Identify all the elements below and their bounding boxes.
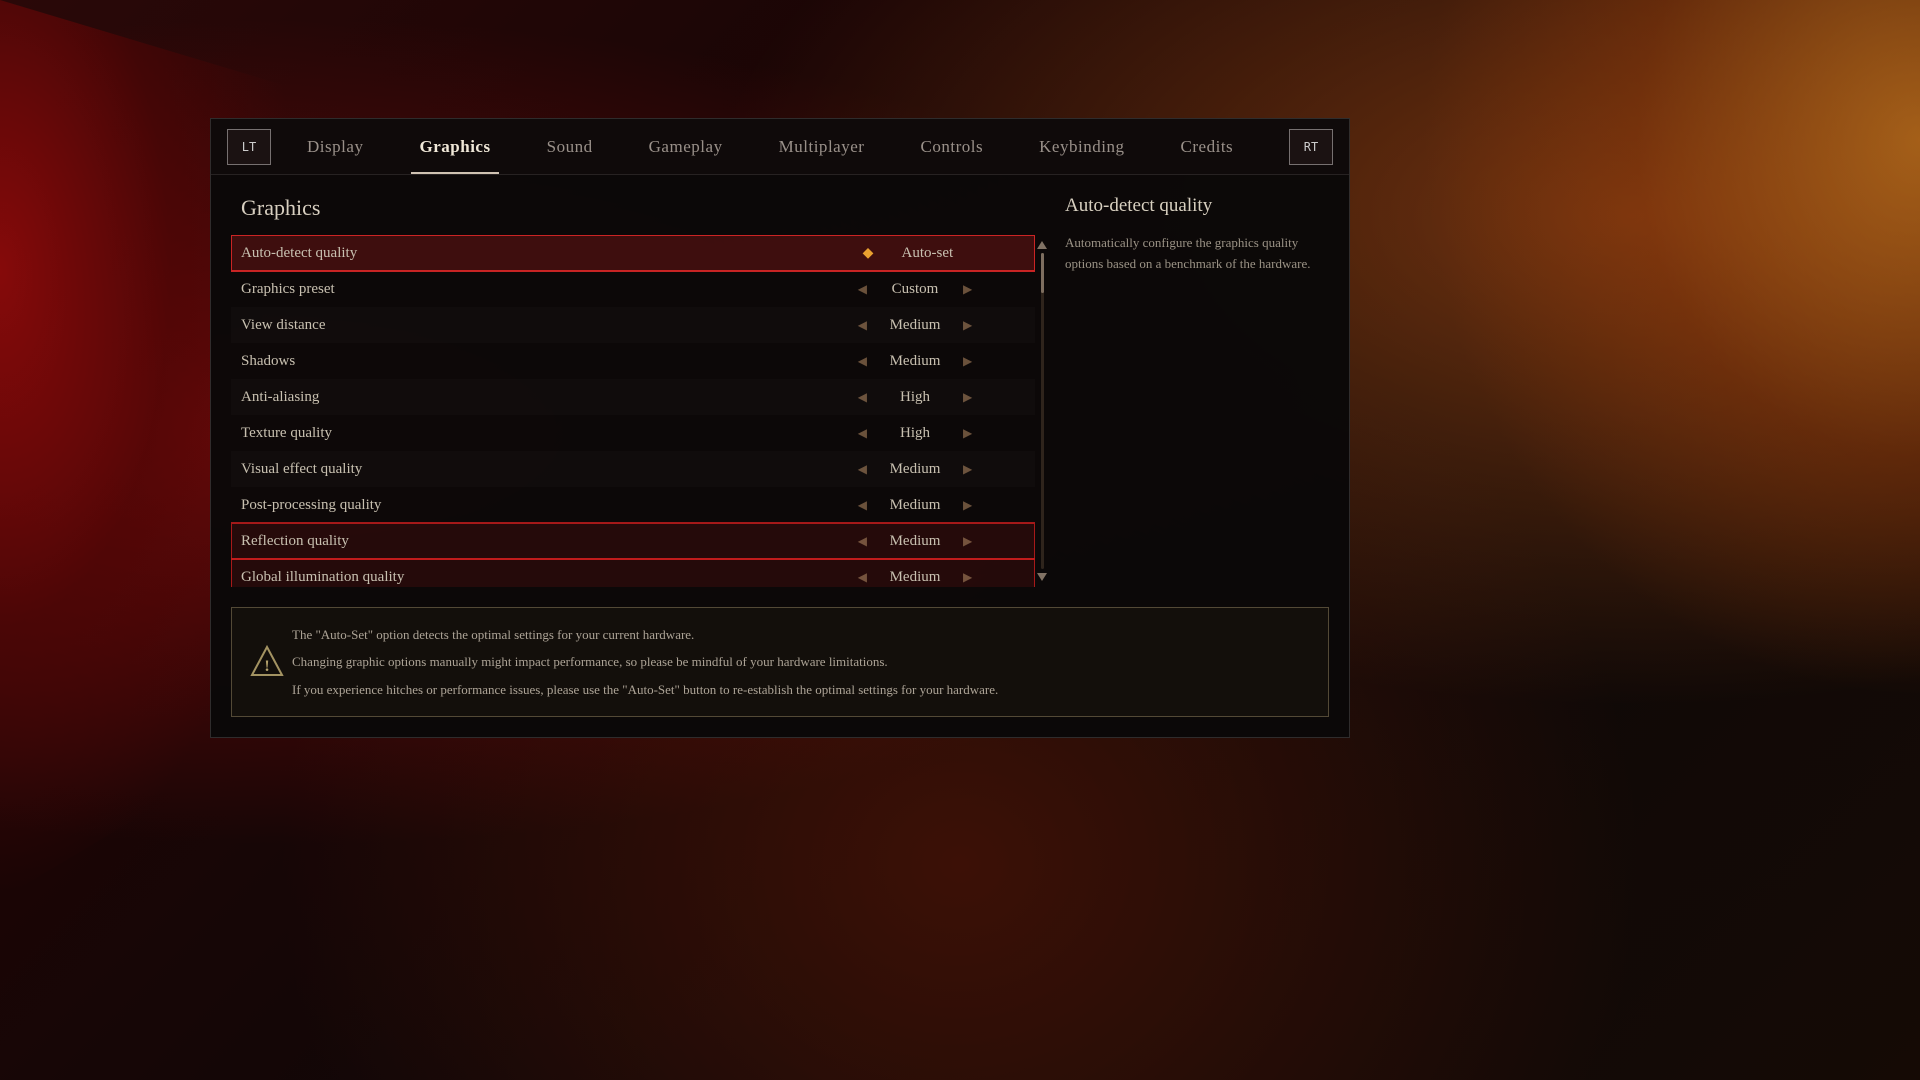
arrow-right-icon: ▶ bbox=[963, 354, 972, 369]
setting-control-globalillumination: ◀ Medium ▶ bbox=[805, 569, 1025, 586]
settings-dialog: LT Display Graphics Sound Gameplay Multi… bbox=[210, 118, 1350, 738]
setting-row-visualeffect[interactable]: Visual effect quality ◀ Medium ▶ bbox=[231, 451, 1035, 487]
setting-value-shadows: Medium bbox=[875, 353, 955, 370]
arrow-right-icon: ▶ bbox=[963, 534, 972, 549]
setting-value-preset: Custom bbox=[875, 281, 955, 298]
panel-title: Graphics bbox=[231, 195, 1049, 221]
setting-name-shadows: Shadows bbox=[241, 353, 805, 370]
arrow-left-icon: ◀ bbox=[858, 570, 867, 585]
setting-name-postprocessing: Post-processing quality bbox=[241, 497, 805, 514]
setting-value-postprocessing: Medium bbox=[875, 497, 955, 514]
info-panel: Auto-detect quality Automatically config… bbox=[1049, 175, 1349, 607]
info-description: Automatically configure the graphics qua… bbox=[1065, 233, 1329, 275]
settings-panel: Graphics Auto-detect quality ◆ Auto-set … bbox=[211, 175, 1049, 607]
setting-row-viewdistance[interactable]: View distance ◀ Medium ▶ bbox=[231, 307, 1035, 343]
setting-value-autodetect: Auto-set bbox=[887, 245, 967, 262]
setting-control-autodetect: ◆ Auto-set bbox=[805, 245, 1025, 262]
diamond-icon: ◆ bbox=[863, 245, 874, 262]
warning-line3: If you experience hitches or performance… bbox=[292, 679, 1308, 700]
setting-row-texture[interactable]: Texture quality ◀ High ▶ bbox=[231, 415, 1035, 451]
warning-text: The "Auto-Set" option detects the optima… bbox=[292, 624, 1308, 700]
setting-name-autodetect: Auto-detect quality bbox=[241, 245, 805, 262]
setting-value-reflection: Medium bbox=[875, 533, 955, 550]
setting-value-viewdistance: Medium bbox=[875, 317, 955, 334]
arrow-left-icon: ◀ bbox=[858, 282, 867, 297]
tab-graphics[interactable]: Graphics bbox=[391, 119, 518, 174]
arrow-left-icon: ◀ bbox=[858, 426, 867, 441]
arrow-left-icon: ◀ bbox=[858, 390, 867, 405]
tab-sound[interactable]: Sound bbox=[519, 119, 621, 174]
setting-control-visualeffect: ◀ Medium ▶ bbox=[805, 461, 1025, 478]
tab-bar: LT Display Graphics Sound Gameplay Multi… bbox=[211, 119, 1349, 175]
setting-name-texture: Texture quality bbox=[241, 425, 805, 442]
info-title: Auto-detect quality bbox=[1065, 195, 1329, 217]
setting-row-postprocessing[interactable]: Post-processing quality ◀ Medium ▶ bbox=[231, 487, 1035, 523]
arrow-left-icon: ◀ bbox=[858, 534, 867, 549]
setting-value-globalillumination: Medium bbox=[875, 569, 955, 586]
arrow-right-icon: ▶ bbox=[963, 282, 972, 297]
tab-keybinding[interactable]: Keybinding bbox=[1011, 119, 1152, 174]
setting-name-viewdistance: View distance bbox=[241, 317, 805, 334]
lt-button[interactable]: LT bbox=[227, 129, 271, 165]
setting-row-globalillumination[interactable]: Global illumination quality ◀ Medium ▶ bbox=[231, 559, 1035, 587]
setting-control-antialiasing: ◀ High ▶ bbox=[805, 389, 1025, 406]
lt-label: LT bbox=[242, 140, 256, 154]
scrollbar-up-arrow[interactable] bbox=[1037, 239, 1047, 249]
setting-value-texture: High bbox=[875, 425, 955, 442]
setting-control-preset: ◀ Custom ▶ bbox=[805, 281, 1025, 298]
tab-multiplayer[interactable]: Multiplayer bbox=[751, 119, 893, 174]
tab-display[interactable]: Display bbox=[279, 119, 391, 174]
arrow-left-icon: ◀ bbox=[858, 354, 867, 369]
setting-value-antialiasing: High bbox=[875, 389, 955, 406]
arrow-left-icon: ◀ bbox=[858, 318, 867, 333]
warning-line1: The "Auto-Set" option detects the optima… bbox=[292, 624, 1308, 645]
arrow-right-icon: ▶ bbox=[963, 318, 972, 333]
warning-box: ! The "Auto-Set" option detects the opti… bbox=[231, 607, 1329, 717]
arrow-right-icon: ▶ bbox=[963, 390, 972, 405]
setting-name-visualeffect: Visual effect quality bbox=[241, 461, 805, 478]
setting-control-texture: ◀ High ▶ bbox=[805, 425, 1025, 442]
setting-control-reflection: ◀ Medium ▶ bbox=[805, 533, 1025, 550]
setting-row-autodetect[interactable]: Auto-detect quality ◆ Auto-set bbox=[231, 235, 1035, 271]
setting-name-globalillumination: Global illumination quality bbox=[241, 569, 805, 586]
setting-control-shadows: ◀ Medium ▶ bbox=[805, 353, 1025, 370]
setting-row-preset[interactable]: Graphics preset ◀ Custom ▶ bbox=[231, 271, 1035, 307]
warning-line2: Changing graphic options manually might … bbox=[292, 651, 1308, 672]
arrow-right-icon: ▶ bbox=[963, 462, 972, 477]
scrollbar-down-arrow[interactable] bbox=[1037, 573, 1047, 583]
tab-gameplay[interactable]: Gameplay bbox=[621, 119, 751, 174]
svg-text:!: ! bbox=[264, 658, 269, 675]
setting-value-visualeffect: Medium bbox=[875, 461, 955, 478]
settings-list-wrapper: Auto-detect quality ◆ Auto-set Graphics … bbox=[231, 235, 1049, 587]
rt-label: RT bbox=[1304, 140, 1318, 154]
arrow-right-icon: ▶ bbox=[963, 498, 972, 513]
warning-icon: ! bbox=[250, 645, 284, 679]
bg-wings-right bbox=[1420, 0, 1920, 700]
scrollbar-thumb[interactable] bbox=[1041, 253, 1044, 293]
scrollbar[interactable] bbox=[1035, 235, 1049, 587]
setting-control-viewdistance: ◀ Medium ▶ bbox=[805, 317, 1025, 334]
setting-name-reflection: Reflection quality bbox=[241, 533, 805, 550]
arrow-left-icon: ◀ bbox=[858, 498, 867, 513]
setting-row-reflection[interactable]: Reflection quality ◀ Medium ▶ bbox=[231, 523, 1035, 559]
arrow-right-icon: ▶ bbox=[963, 570, 972, 585]
content-area: Graphics Auto-detect quality ◆ Auto-set … bbox=[211, 175, 1349, 607]
tab-controls[interactable]: Controls bbox=[892, 119, 1011, 174]
rt-button[interactable]: RT bbox=[1289, 129, 1333, 165]
setting-name-antialiasing: Anti-aliasing bbox=[241, 389, 805, 406]
setting-name-preset: Graphics preset bbox=[241, 281, 805, 298]
arrow-left-icon: ◀ bbox=[858, 462, 867, 477]
arrow-right-icon: ▶ bbox=[963, 426, 972, 441]
setting-control-postprocessing: ◀ Medium ▶ bbox=[805, 497, 1025, 514]
setting-row-shadows[interactable]: Shadows ◀ Medium ▶ bbox=[231, 343, 1035, 379]
setting-row-antialiasing[interactable]: Anti-aliasing ◀ High ▶ bbox=[231, 379, 1035, 415]
tab-credits[interactable]: Credits bbox=[1153, 119, 1262, 174]
scrollbar-bar bbox=[1041, 253, 1044, 569]
settings-list: Auto-detect quality ◆ Auto-set Graphics … bbox=[231, 235, 1035, 587]
